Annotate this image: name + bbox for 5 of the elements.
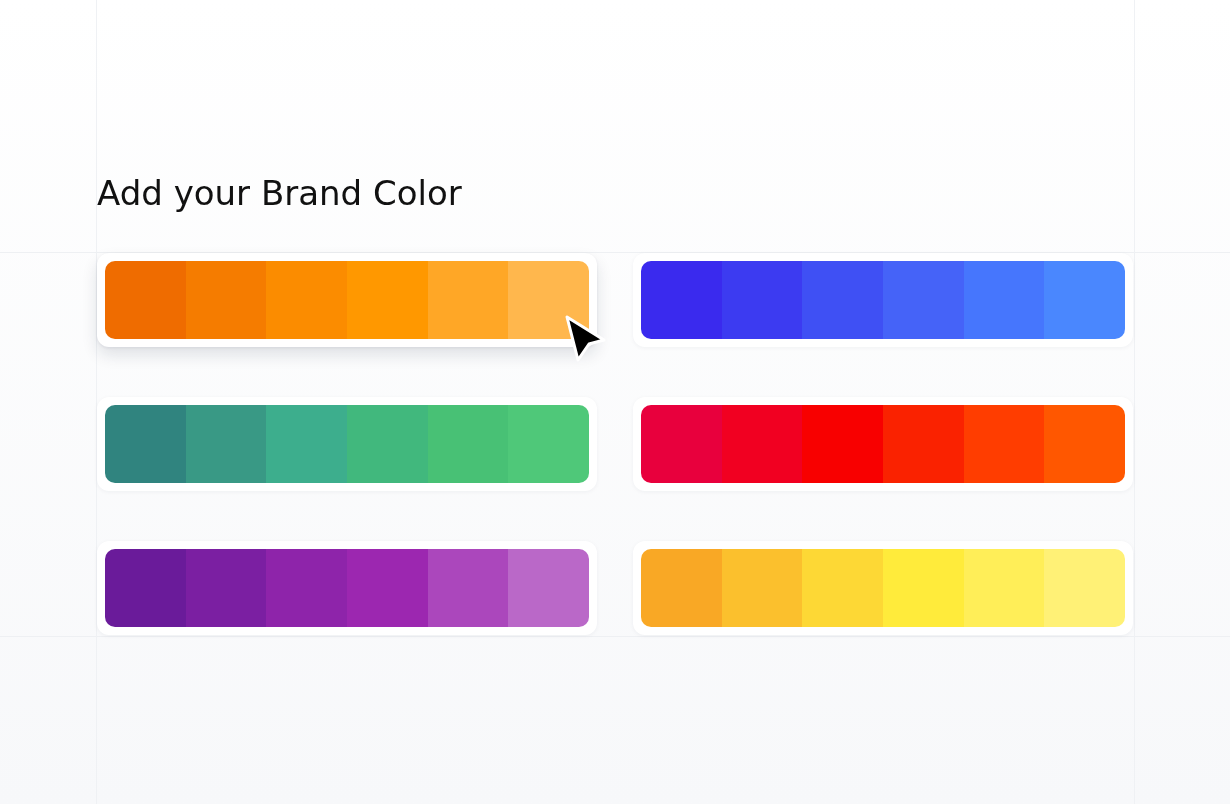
palette-card[interactable] <box>633 253 1133 347</box>
palette-card[interactable] <box>97 541 597 635</box>
palette-card[interactable] <box>633 397 1133 491</box>
section-heading: Add your Brand Color <box>97 173 462 213</box>
palette-card[interactable] <box>97 397 597 491</box>
